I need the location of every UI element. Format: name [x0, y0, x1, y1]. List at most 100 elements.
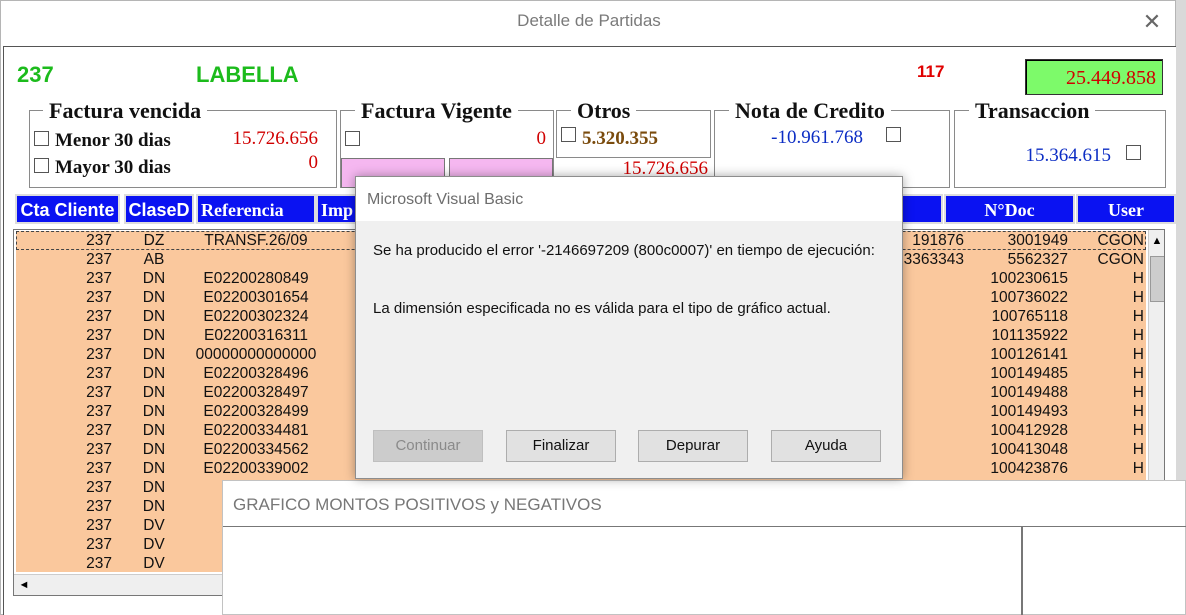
group-title-vigente: Factura Vigente: [355, 100, 518, 122]
dialog-message-detail: La dimensión especificada no es válida p…: [373, 300, 831, 317]
cell-clased: DN: [142, 498, 166, 515]
chart-window-title: GRAFICO MONTOS POSITIVOS y NEGATIVOS: [233, 495, 602, 514]
cell-referencia: 00000000000000: [195, 346, 317, 363]
cell-ndoc: 100126141: [990, 346, 1068, 363]
finalizar-button[interactable]: Finalizar: [506, 430, 616, 462]
cell-user: H: [1132, 384, 1144, 401]
cell-ndoc: 100413048: [990, 441, 1068, 458]
checkbox-mayor-30[interactable]: [34, 158, 49, 173]
scroll-up-icon[interactable]: ▲: [1149, 232, 1164, 250]
ayuda-button[interactable]: Ayuda: [771, 430, 881, 462]
column-header-ndoc[interactable]: N°Doc: [944, 194, 1075, 224]
dialog-message-error: Se ha producido el error '-2146697209 (8…: [373, 242, 875, 259]
dialog-titlebar: Microsoft Visual Basic: [356, 177, 902, 221]
group-title-nota: Nota de Credito: [729, 100, 891, 122]
group-title-vencida: Factura vencida: [43, 100, 208, 122]
value-otros: 5.320.355: [582, 128, 658, 149]
cell-cta-cliente: 237: [86, 441, 112, 458]
scroll-left-icon[interactable]: ◄: [16, 576, 32, 594]
cell-clased: DN: [142, 479, 166, 496]
cell-cta-cliente: 237: [86, 422, 112, 439]
label-mayor-30: Mayor 30 dias: [55, 157, 171, 178]
cell-referencia: E02200301654: [203, 289, 309, 306]
checkbox-vigente[interactable]: [345, 131, 360, 146]
cell-ndoc: 100149488: [990, 384, 1068, 401]
cell-cta-cliente: 237: [86, 251, 112, 268]
client-name: LABELLA: [196, 62, 299, 87]
checkbox-otros[interactable]: [561, 127, 576, 142]
close-icon[interactable]: ✕: [1137, 7, 1167, 37]
column-header-clased[interactable]: ClaseD: [124, 194, 194, 224]
cell-cta-cliente: 237: [86, 536, 112, 553]
cell-user: CGON: [1097, 251, 1145, 268]
cell-clased: DZ: [143, 232, 165, 249]
column-header-cta-cliente[interactable]: Cta Cliente: [15, 194, 120, 224]
cell-ndoc: 100149493: [990, 403, 1068, 420]
continuar-button[interactable]: Continuar: [373, 430, 483, 462]
cell-cta-cliente: 237: [86, 346, 112, 363]
cell-cta-cliente: 237: [86, 232, 112, 249]
checkbox-transaccion[interactable]: [1126, 145, 1141, 160]
checkbox-nota[interactable]: [886, 127, 901, 142]
column-header-referencia[interactable]: Referencia: [196, 194, 316, 224]
cell-cta-cliente: 237: [86, 479, 112, 496]
checkbox-menor-30[interactable]: [34, 131, 49, 146]
cell-clased: DN: [142, 346, 166, 363]
cell-cta-cliente: 237: [86, 403, 112, 420]
value-transaccion: 15.364.615: [1025, 145, 1112, 166]
cell-clased: DN: [142, 289, 166, 306]
cell-cta-cliente: 237: [86, 289, 112, 306]
error-dialog: Microsoft Visual Basic Se ha producido e…: [355, 176, 903, 479]
column-header-user[interactable]: User: [1076, 194, 1176, 224]
cell-user: H: [1132, 403, 1144, 420]
cell-referencia: E02200339002: [203, 460, 309, 477]
cell-cta-cliente: 237: [86, 460, 112, 477]
value-vigente: 0: [536, 128, 547, 149]
group-title-otros: Otros: [571, 100, 637, 122]
cell-ndoc: 100423876: [990, 460, 1068, 477]
cell-user: H: [1132, 365, 1144, 382]
cell-referencia: TRANSF.26/09: [204, 232, 308, 249]
cell-clased: AB: [143, 251, 165, 268]
cell-clased: DN: [142, 365, 166, 382]
cell-clased: DN: [142, 270, 166, 287]
cell-user: H: [1132, 346, 1144, 363]
cell-clased: DV: [143, 555, 165, 572]
cell-user: H: [1132, 441, 1144, 458]
dialog-title: Microsoft Visual Basic: [367, 191, 524, 208]
record-count: 117: [917, 62, 945, 81]
cell-user: H: [1132, 289, 1144, 306]
cell-clased: DN: [142, 422, 166, 439]
chart-window: GRAFICO MONTOS POSITIVOS y NEGATIVOS: [222, 480, 1186, 615]
cell-user: H: [1132, 327, 1144, 344]
cell-cta-cliente: 237: [86, 498, 112, 515]
cell-clased: DN: [142, 460, 166, 477]
cell-ndoc: 100149485: [990, 365, 1068, 382]
value-menor-30: 15.726.656: [232, 128, 319, 149]
cell-clased: DN: [142, 441, 166, 458]
depurar-button[interactable]: Depurar: [638, 430, 748, 462]
cell-user: H: [1132, 270, 1144, 287]
cell-clased: DV: [143, 517, 165, 534]
cell-cta-cliente: 237: [86, 517, 112, 534]
cell-referencia: E02200280849: [203, 270, 309, 287]
cell-referencia: E02200316311: [203, 327, 308, 344]
cell-cta-cliente: 237: [86, 365, 112, 382]
cell-cta-cliente: 237: [86, 308, 112, 325]
cell-cta-cliente: 237: [86, 384, 112, 401]
cell-cta-cliente: 237: [86, 327, 112, 344]
client-id: 237: [17, 62, 54, 87]
group-title-transaccion: Transaccion: [969, 100, 1096, 122]
column-header-imp[interactable]: Imp: [316, 194, 360, 224]
cell-ndoc: 100412928: [990, 422, 1068, 439]
chart-area: [223, 526, 1186, 615]
cell-referencia: E02200328497: [203, 384, 309, 401]
cell-cta-cliente: 237: [86, 555, 112, 572]
cell-ndoc: 100736022: [990, 289, 1068, 306]
cell-ndoc: 3001949: [1007, 232, 1068, 249]
cell-referencia: E02200328499: [203, 403, 309, 420]
cell-user: CGON: [1097, 232, 1145, 249]
cell-referencia: E02200334562: [203, 441, 309, 458]
cell-referencia: E02200334481: [203, 422, 309, 439]
vertical-scroll-thumb[interactable]: [1150, 256, 1164, 302]
